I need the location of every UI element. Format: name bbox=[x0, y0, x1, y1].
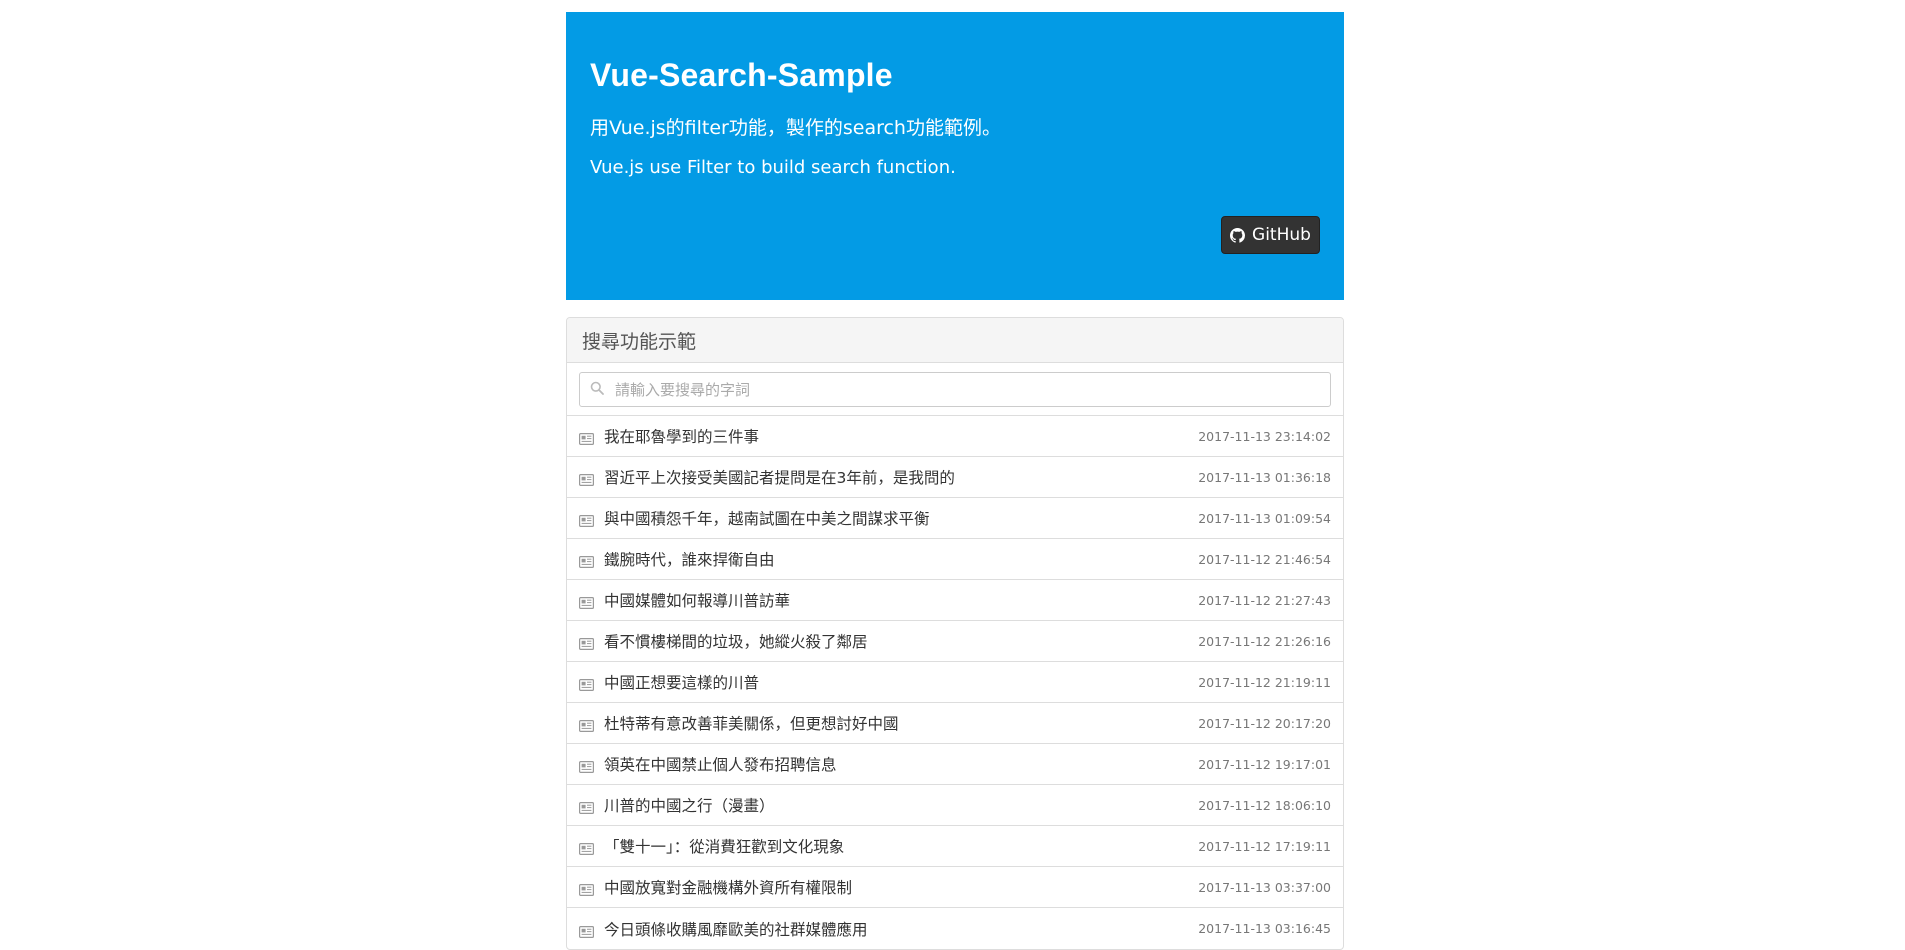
list-item[interactable]: 看不慣樓梯間的垃圾，她縱火殺了鄰居 2017-11-12 21:26:16 bbox=[567, 621, 1343, 662]
panel-heading: 搜尋功能示範 bbox=[567, 318, 1343, 363]
list-item[interactable]: 川普的中國之行（漫畫） 2017-11-12 18:06:10 bbox=[567, 785, 1343, 826]
list-item[interactable]: 與中國積怨千年，越南試圖在中美之間謀求平衡 2017-11-13 01:09:54 bbox=[567, 498, 1343, 539]
newspaper-icon bbox=[579, 635, 595, 651]
page-title: Vue-Search-Sample bbox=[590, 57, 893, 93]
newspaper-icon bbox=[579, 676, 595, 692]
item-title: 「雙十一」：從消費狂歡到文化現象 bbox=[604, 838, 845, 856]
list-item[interactable]: 我在耶魯學到的三件事 2017-11-13 23:14:02 bbox=[567, 416, 1343, 457]
newspaper-icon bbox=[579, 594, 595, 610]
item-timestamp: 2017-11-12 18:06:10 bbox=[1198, 797, 1331, 813]
search-icon bbox=[590, 380, 604, 399]
item-title: 今日頭條收購風靡歐美的社群媒體應用 bbox=[604, 920, 868, 939]
item-title: 我在耶魯學到的三件事 bbox=[604, 428, 760, 446]
item-timestamp: 2017-11-13 03:16:45 bbox=[1198, 921, 1331, 936]
newspaper-icon bbox=[579, 881, 595, 897]
item-timestamp: 2017-11-13 23:14:02 bbox=[1198, 428, 1331, 444]
item-title: 看不慣樓梯間的垃圾，她縱火殺了鄰居 bbox=[604, 633, 868, 651]
list-item[interactable]: 中國媒體如何報導川普訪華 2017-11-12 21:27:43 bbox=[567, 580, 1343, 621]
list-item[interactable]: 領英在中國禁止個人發布招聘信息 2017-11-12 19:17:01 bbox=[567, 744, 1343, 785]
search-wrap bbox=[567, 363, 1343, 416]
item-timestamp: 2017-11-12 21:46:54 bbox=[1198, 551, 1331, 567]
list-item[interactable]: 鐵腕時代，誰來捍衛自由 2017-11-12 21:46:54 bbox=[567, 539, 1343, 580]
newspaper-icon bbox=[579, 840, 595, 856]
item-title: 鐵腕時代，誰來捍衛自由 bbox=[604, 551, 775, 569]
item-title: 領英在中國禁止個人發布招聘信息 bbox=[604, 756, 837, 774]
github-button[interactable]: GitHub bbox=[1221, 216, 1320, 254]
item-timestamp: 2017-11-13 01:09:54 bbox=[1198, 510, 1331, 526]
list-item[interactable]: 中國正想要這樣的川普 2017-11-12 21:19:11 bbox=[567, 662, 1343, 703]
search-input[interactable] bbox=[615, 380, 1320, 399]
newspaper-icon bbox=[579, 512, 595, 528]
item-title: 川普的中國之行（漫畫） bbox=[604, 797, 775, 815]
newspaper-icon bbox=[579, 758, 595, 774]
subtitle-english: Vue.js use Filter to build search functi… bbox=[590, 157, 956, 178]
list-item[interactable]: 習近平上次接受美國記者提問是在3年前，是我問的 2017-11-13 01:36:… bbox=[567, 457, 1343, 498]
item-title: 與中國積怨千年，越南試圖在中美之間謀求平衡 bbox=[604, 510, 930, 528]
github-icon bbox=[1230, 227, 1246, 243]
search-panel: 搜尋功能示範 我在耶魯學到的三件事 2017-11-13 23:14:02 習近平上… bbox=[566, 317, 1344, 950]
github-button-label: GitHub bbox=[1252, 225, 1311, 245]
newspaper-icon bbox=[579, 923, 595, 938]
item-title: 中國正想要這樣的川普 bbox=[604, 674, 760, 692]
item-timestamp: 2017-11-12 21:19:11 bbox=[1198, 674, 1331, 690]
item-timestamp: 2017-11-12 21:27:43 bbox=[1198, 592, 1331, 608]
page-container: Vue-Search-Sample 用Vue.js的filter功能，製作的se… bbox=[566, 12, 1344, 950]
item-title: 杜特蒂有意改善菲美關係，但更想討好中國 bbox=[604, 715, 899, 733]
item-timestamp: 2017-11-13 03:37:00 bbox=[1198, 879, 1331, 895]
newspaper-icon bbox=[579, 471, 595, 487]
list-item[interactable]: 「雙十一」：從消費狂歡到文化現象 2017-11-12 17:19:11 bbox=[567, 826, 1343, 867]
list-item[interactable]: 中國放寬對金融機構外資所有權限制 2017-11-13 03:37:00 bbox=[567, 867, 1343, 908]
item-timestamp: 2017-11-12 21:26:16 bbox=[1198, 633, 1331, 649]
item-title: 中國媒體如何報導川普訪華 bbox=[604, 592, 791, 610]
results-list: 我在耶魯學到的三件事 2017-11-13 23:14:02 習近平上次接受美國記者… bbox=[567, 416, 1343, 949]
item-title: 中國放寬對金融機構外資所有權限制 bbox=[604, 879, 853, 897]
newspaper-icon bbox=[579, 430, 595, 446]
newspaper-icon bbox=[579, 553, 595, 569]
header-jumbotron: Vue-Search-Sample 用Vue.js的filter功能，製作的se… bbox=[566, 12, 1344, 300]
item-timestamp: 2017-11-13 01:36:18 bbox=[1198, 469, 1331, 485]
list-item[interactable]: 杜特蒂有意改善菲美關係，但更想討好中國 2017-11-12 20:17:20 bbox=[567, 703, 1343, 744]
newspaper-icon bbox=[579, 799, 595, 815]
newspaper-icon bbox=[579, 717, 595, 733]
list-item[interactable]: 今日頭條收購風靡歐美的社群媒體應用 2017-11-13 03:16:45 bbox=[567, 908, 1343, 949]
item-timestamp: 2017-11-12 20:17:20 bbox=[1198, 715, 1331, 731]
search-box[interactable] bbox=[579, 372, 1331, 407]
item-timestamp: 2017-11-12 19:17:01 bbox=[1198, 756, 1331, 772]
item-title: 習近平上次接受美國記者提問是在3年前，是我問的 bbox=[604, 469, 955, 487]
item-timestamp: 2017-11-12 17:19:11 bbox=[1198, 838, 1331, 854]
subtitle-chinese: 用Vue.js的filter功能，製作的search功能範例。 bbox=[590, 117, 1001, 139]
